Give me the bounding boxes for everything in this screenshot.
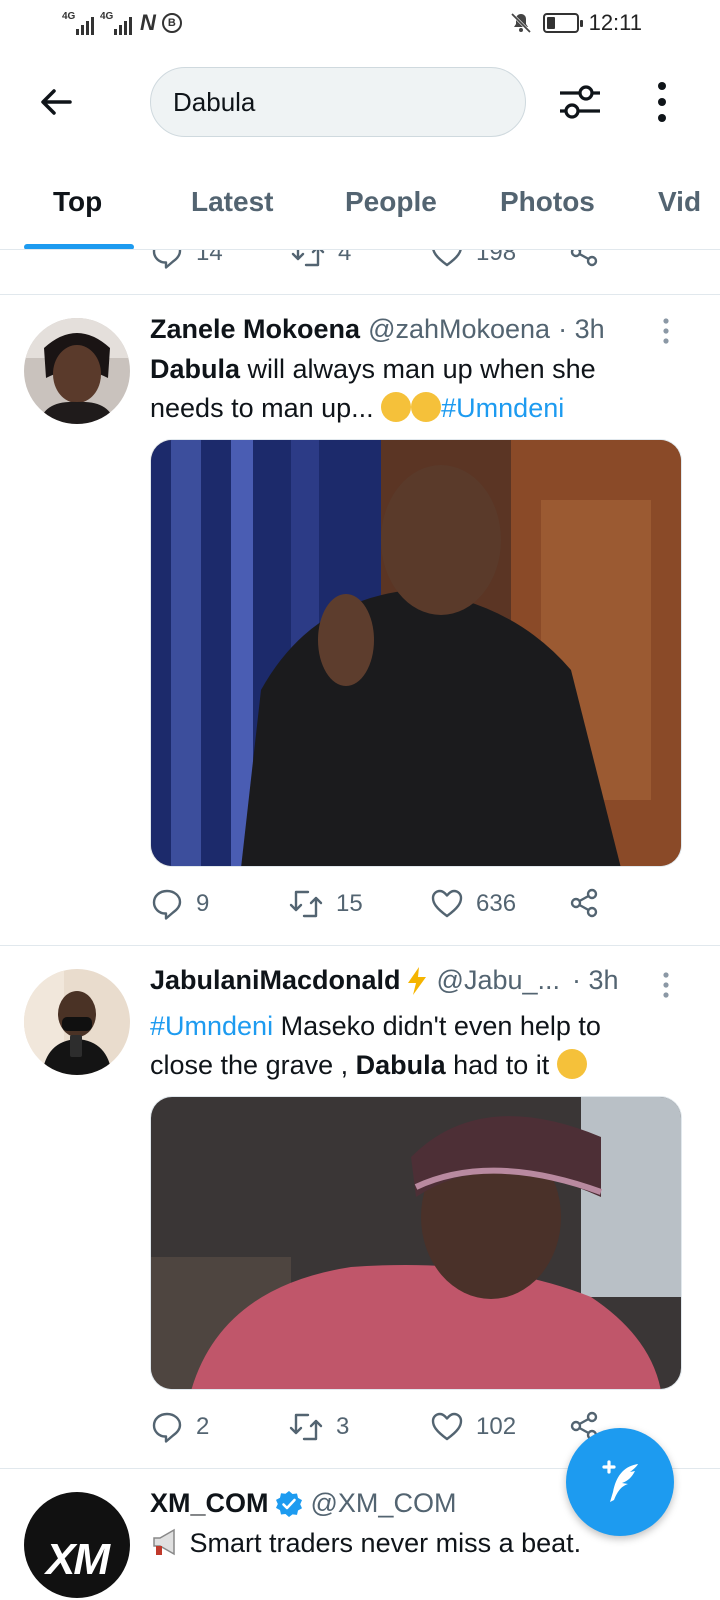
xm-logo: XM (46, 1535, 110, 1584)
bold-keyword: Dabula (150, 354, 241, 384)
hashtag-link[interactable]: #Umndeni (150, 1011, 273, 1041)
reply-count: 9 (196, 890, 210, 917)
elderly-woman-photo (151, 1097, 681, 1389)
tweet-text-body: Smart traders never miss a beat. (189, 1528, 582, 1558)
author-name[interactable]: XM_COM (150, 1488, 269, 1519)
author-handle[interactable]: @XM_COM (311, 1488, 457, 1519)
reply-button[interactable]: 9 (150, 887, 209, 921)
author-name[interactable]: Zanele Mokoena (150, 314, 360, 345)
tweet-divider (0, 294, 720, 295)
heart-icon (431, 1412, 463, 1441)
hashtag-link[interactable]: #Umndeni (441, 393, 564, 423)
reply-icon (152, 1412, 182, 1443)
author-name[interactable]: JabulaniMacdonald (150, 965, 401, 996)
battery-icon (542, 13, 583, 33)
like-button[interactable]: 636 (430, 887, 516, 921)
tweet-text: Dabula will always man up when she needs… (150, 350, 670, 428)
back-arrow-icon[interactable] (36, 82, 76, 122)
signal-icon-2: 4G (100, 11, 132, 35)
tab-videos[interactable]: Vid (658, 186, 701, 218)
search-query: Dabula (173, 86, 256, 117)
tweet-author-line: Zanele Mokoena @zahMokoena · 3h (150, 314, 690, 345)
signal-icon: 4G (62, 11, 94, 35)
reply-button[interactable]: 2 (150, 1410, 209, 1444)
tab-people[interactable]: People (345, 186, 437, 218)
more-options-icon[interactable] (650, 80, 674, 124)
retweet-button[interactable]: 15 (288, 887, 363, 921)
tweet-image[interactable] (150, 1096, 682, 1390)
retweet-count: 15 (336, 890, 363, 917)
like-count: 636 (476, 890, 517, 917)
share-icon (570, 888, 598, 918)
like-count: 198 (476, 250, 517, 266)
tweet-divider (0, 945, 720, 946)
share-button[interactable] (568, 887, 600, 919)
retweet-icon (291, 250, 325, 267)
search-filter-icon[interactable] (556, 78, 604, 126)
avatar-photo (24, 318, 130, 424)
like-button[interactable]: 102 (430, 1410, 516, 1444)
tweet-actions: 2 3 102 (150, 1410, 610, 1450)
author-handle[interactable]: @Jabu_... (437, 965, 560, 996)
megaphone-emoji-icon (153, 1528, 175, 1556)
retweet-button[interactable]: 4 (290, 250, 351, 270)
search-results-feed[interactable]: 14 4 198 Zanele Mokoena @zahMokoena · 3h… (0, 250, 720, 1600)
tweet-image[interactable] (150, 439, 682, 867)
heart-icon (431, 889, 463, 918)
tweet-actions: 9 15 636 (150, 887, 610, 927)
search-header: Dabula (0, 48, 720, 158)
retweet-button[interactable]: 3 (288, 1410, 349, 1444)
tab-latest[interactable]: Latest (191, 186, 273, 218)
tweet-text: Smart traders never miss a beat. (150, 1524, 670, 1563)
b-app-icon: B (161, 13, 182, 33)
tab-photos[interactable]: Photos (500, 186, 595, 218)
flushed-face-emoji-icon (556, 1049, 587, 1079)
avatar[interactable]: XM (24, 1492, 130, 1598)
retweet-count: 4 (338, 250, 352, 266)
share-button[interactable] (568, 250, 600, 268)
tweet-text-body-2: had to it (445, 1050, 557, 1080)
like-count: 102 (476, 1413, 517, 1440)
heart-icon (432, 250, 462, 267)
search-tabs: Top Latest People Photos Vid (0, 158, 720, 250)
tweet-time: · 3h (572, 965, 619, 995)
retweet-count: 3 (336, 1413, 350, 1440)
reply-count: 2 (196, 1413, 210, 1440)
share-icon (570, 250, 598, 267)
search-input[interactable]: Dabula (150, 67, 526, 137)
tweet-more-icon[interactable] (662, 972, 670, 998)
clock: 12:11 (588, 10, 642, 35)
tweet-author-line: JabulaniMacdonald @Jabu_... · 3h (150, 965, 690, 996)
avatar-photo (24, 969, 130, 1075)
tweet-more-icon[interactable] (662, 318, 670, 344)
tweet-text: #Umndeni Maseko didn't even help to clos… (150, 1007, 670, 1085)
bold-keyword: Dabula (355, 1050, 446, 1080)
retweet-icon (289, 1413, 323, 1441)
hand-over-mouth-emoji-icon (381, 392, 412, 422)
nfc-icon: N (140, 10, 156, 35)
mute-notifications-icon (510, 12, 531, 34)
network-type-2: 4G (100, 11, 114, 22)
like-button[interactable]: 198 (430, 250, 516, 270)
verified-badge-icon (275, 1490, 302, 1517)
tweet-time: · 3h (558, 314, 605, 344)
reply-count: 14 (196, 250, 223, 266)
prev-tweet-actions: 14 4 198 (150, 250, 610, 276)
hand-over-mouth-emoji-icon (411, 392, 442, 422)
retweet-icon (289, 890, 323, 918)
status-bar: 4G 4G N B 12:11 (0, 0, 720, 48)
tab-top[interactable]: Top (53, 186, 102, 218)
avatar[interactable] (24, 318, 130, 424)
man-in-black-shirt-photo (151, 440, 681, 866)
author-handle[interactable]: @zahMokoena (368, 314, 550, 345)
compose-tweet-button[interactable] (566, 1428, 674, 1536)
reply-icon (152, 250, 182, 269)
avatar[interactable] (24, 969, 130, 1075)
reply-button[interactable]: 14 (150, 250, 223, 270)
compose-feather-icon (602, 1460, 638, 1502)
reply-icon (152, 889, 182, 920)
network-type-1: 4G (62, 11, 76, 22)
lightning-emoji-icon (407, 966, 426, 995)
